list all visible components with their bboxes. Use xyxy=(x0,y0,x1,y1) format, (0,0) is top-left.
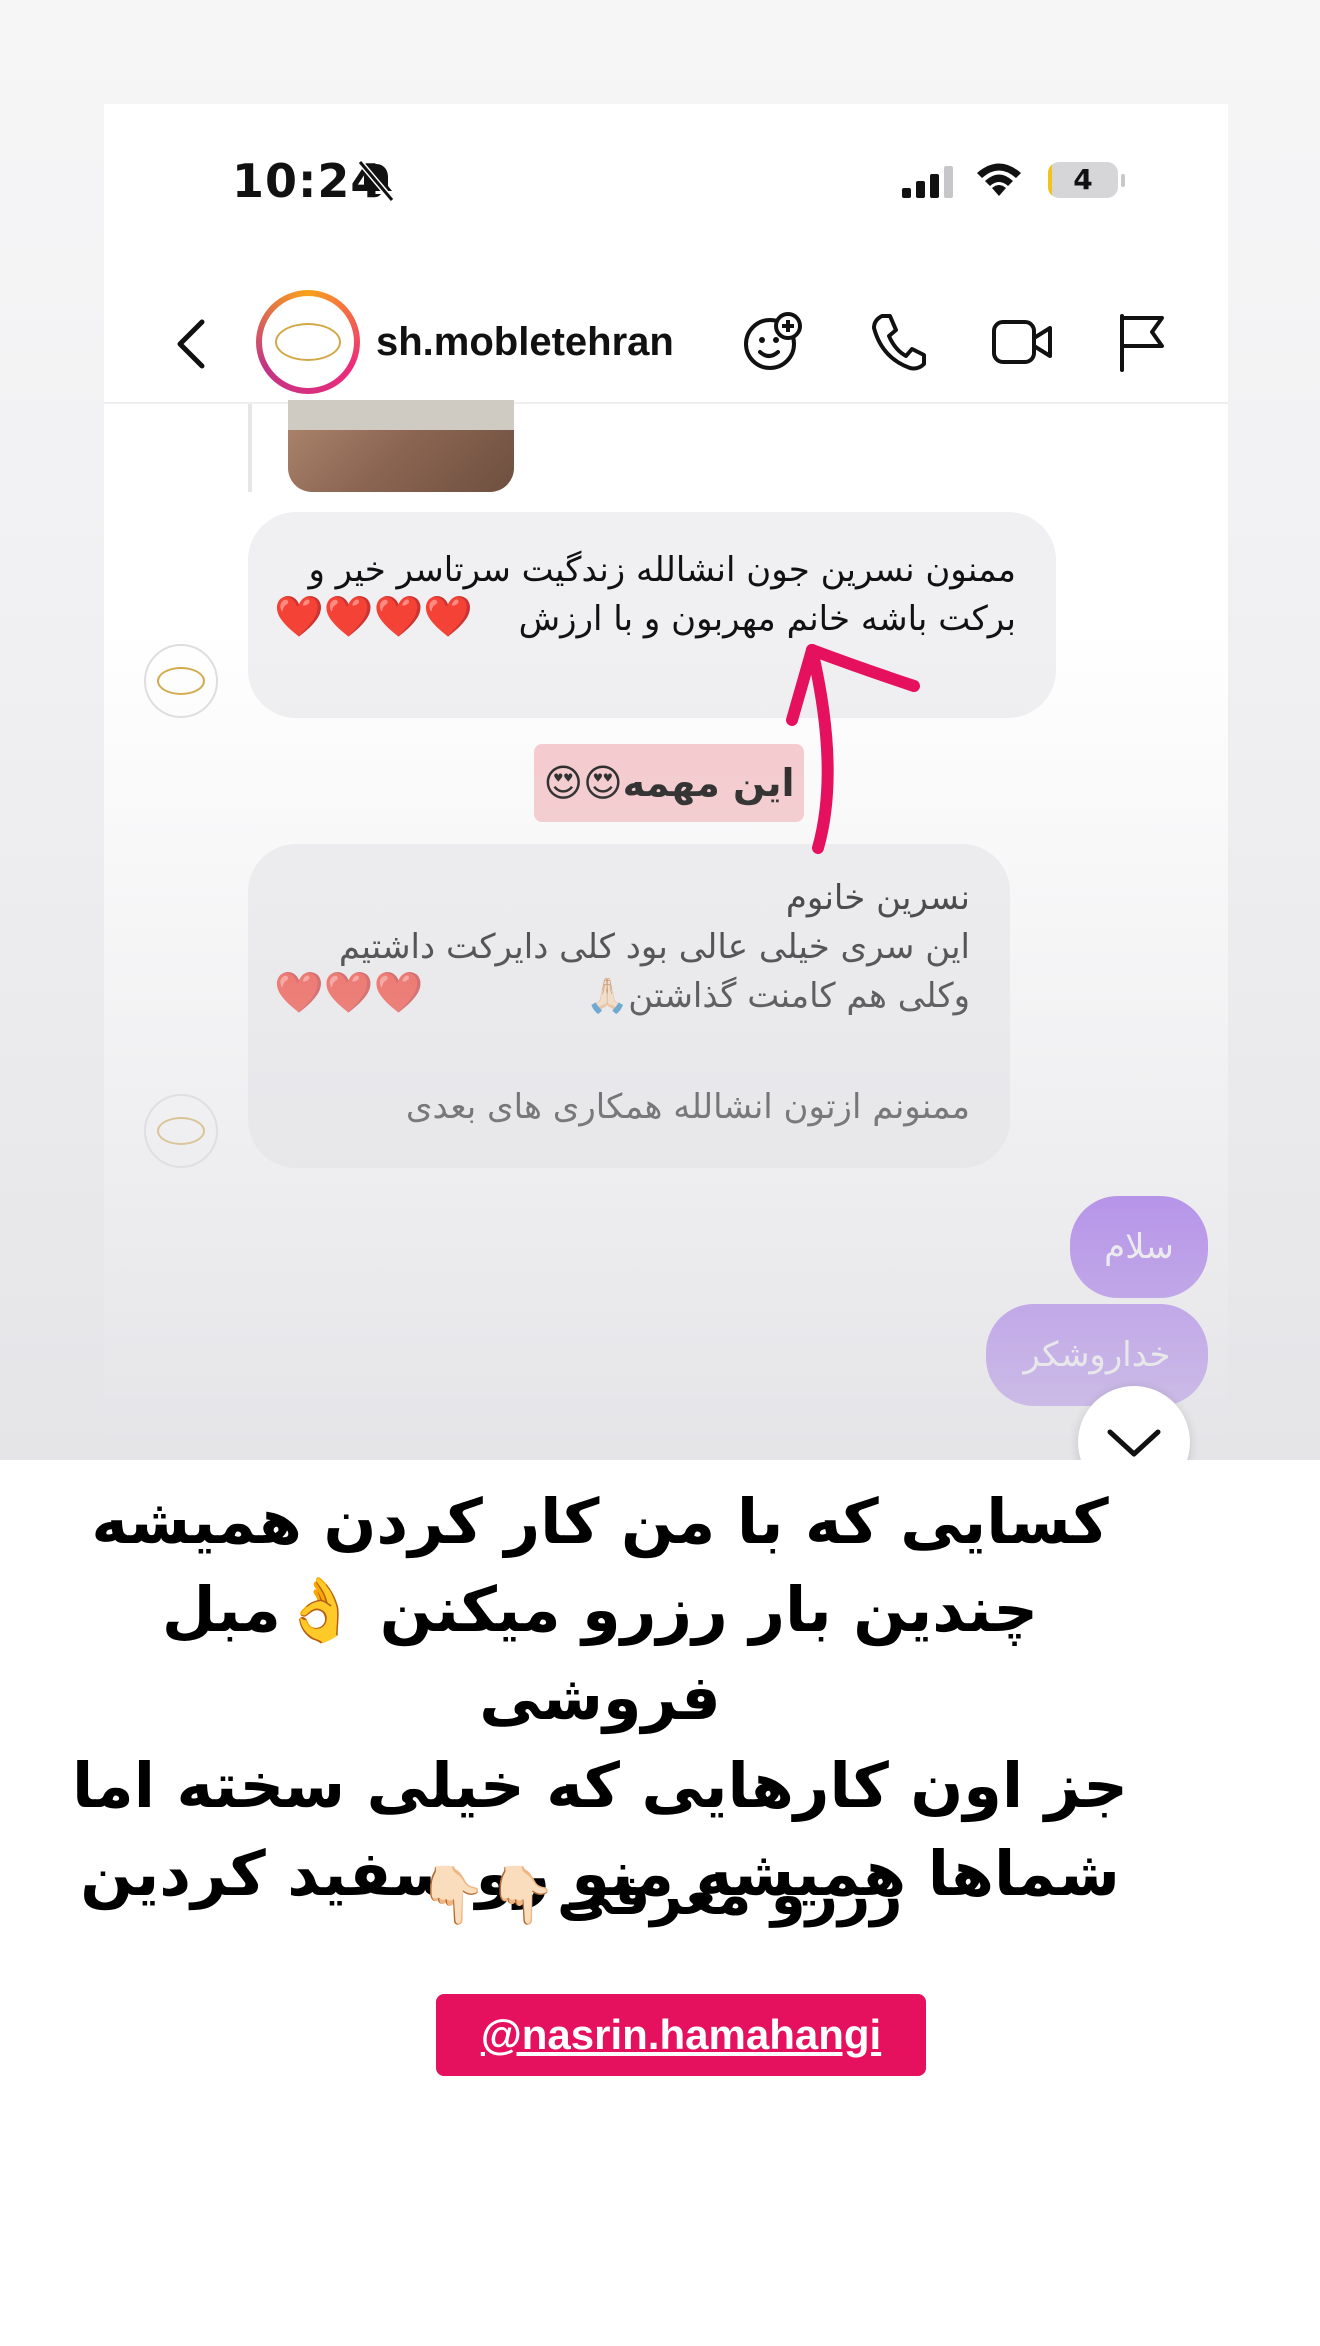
caption-line: چندین بار رزرو میکنن 👌مبل فروشی xyxy=(161,1573,1039,1734)
sent-message[interactable]: سلام xyxy=(1070,1196,1208,1298)
sender-avatar[interactable] xyxy=(144,1094,218,1168)
story-caption: کسایی که با من کار کردن همیشه چندین بار … xyxy=(60,1478,1140,1918)
scroll-to-bottom-button[interactable] xyxy=(1078,1386,1190,1460)
caption-line: کسایی که با من کار کردن همیشه xyxy=(91,1485,1109,1558)
annotation-arrow xyxy=(786,644,920,854)
mention-sticker[interactable]: @nasrin.hamahangi xyxy=(436,1994,926,2076)
chevron-down-icon xyxy=(1107,1429,1161,1457)
heart-emojis: ❤️❤️❤️ xyxy=(274,970,424,1016)
message-line: این سری خیلی عالی بود کلی دایرکت داشتیم xyxy=(338,927,970,967)
caption-line: رزرو معرفی👇🏻👇🏻 xyxy=(417,1863,903,1928)
caption-line: جز اون کارهایی که خیلی سخته اما xyxy=(72,1749,1128,1822)
message-line: ممنونم ازتون انشالله همکاری های بعدی xyxy=(405,1087,970,1127)
